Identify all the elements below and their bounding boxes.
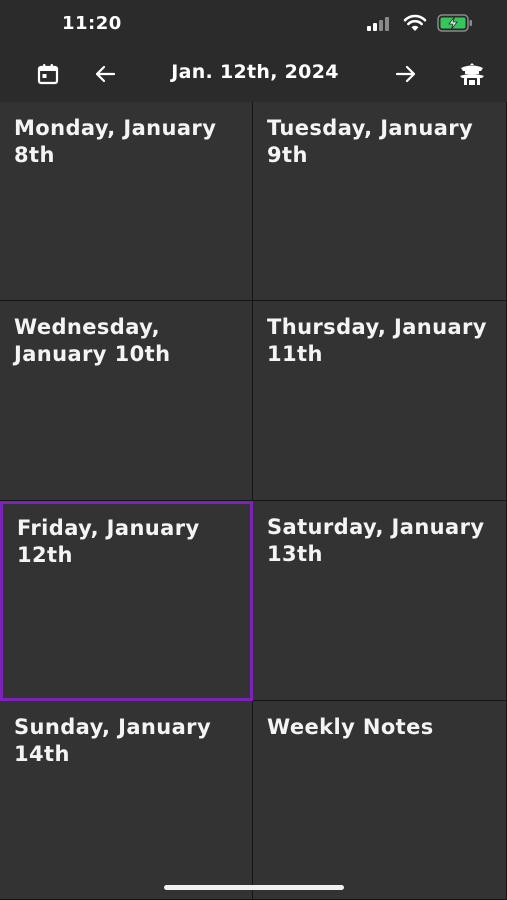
temple-button[interactable] bbox=[454, 58, 490, 94]
status-bar: 11:20 bbox=[0, 0, 507, 50]
date-toolbar: Jan. 12th, 2024 bbox=[0, 50, 507, 102]
day-cell-monday[interactable]: Monday, January 8th bbox=[0, 102, 253, 301]
calendar-icon bbox=[37, 63, 59, 89]
day-label: Tuesday, January 9th bbox=[267, 116, 474, 167]
calendar-button[interactable] bbox=[30, 58, 66, 94]
battery-charging-icon bbox=[437, 14, 473, 36]
day-label: Wednesday, January 10th bbox=[14, 315, 171, 366]
cellular-signal-icon bbox=[367, 15, 393, 35]
wifi-icon bbox=[403, 14, 427, 36]
week-grid: Monday, January 8th Tuesday, January 9th… bbox=[0, 102, 507, 900]
arrow-right-icon bbox=[395, 63, 417, 89]
day-label: Monday, January 8th bbox=[14, 116, 217, 167]
day-label: Saturday, January 13th bbox=[267, 515, 485, 566]
temple-icon bbox=[459, 62, 485, 90]
status-time: 11:20 bbox=[62, 13, 122, 34]
day-cell-thursday[interactable]: Thursday, January 11th bbox=[253, 301, 507, 501]
status-icons bbox=[367, 14, 473, 36]
weekly-notes-cell[interactable]: Weekly Notes bbox=[253, 701, 507, 900]
day-cell-saturday[interactable]: Saturday, January 13th bbox=[253, 501, 507, 701]
day-cell-tuesday[interactable]: Tuesday, January 9th bbox=[253, 102, 507, 301]
previous-day-button[interactable] bbox=[87, 58, 123, 94]
next-day-button[interactable] bbox=[388, 58, 424, 94]
day-cell-sunday[interactable]: Sunday, January 14th bbox=[0, 701, 253, 900]
current-date-title[interactable]: Jan. 12th, 2024 bbox=[130, 61, 380, 83]
home-indicator[interactable] bbox=[164, 885, 344, 890]
day-label: Thursday, January 11th bbox=[267, 315, 487, 366]
day-cell-wednesday[interactable]: Wednesday, January 10th bbox=[0, 301, 253, 501]
day-label: Friday, January 12th bbox=[17, 516, 200, 567]
weekly-notes-label: Weekly Notes bbox=[267, 715, 434, 739]
day-label: Sunday, January 14th bbox=[14, 715, 212, 766]
day-cell-friday[interactable]: Friday, January 12th bbox=[0, 501, 253, 701]
arrow-left-icon bbox=[94, 63, 116, 89]
